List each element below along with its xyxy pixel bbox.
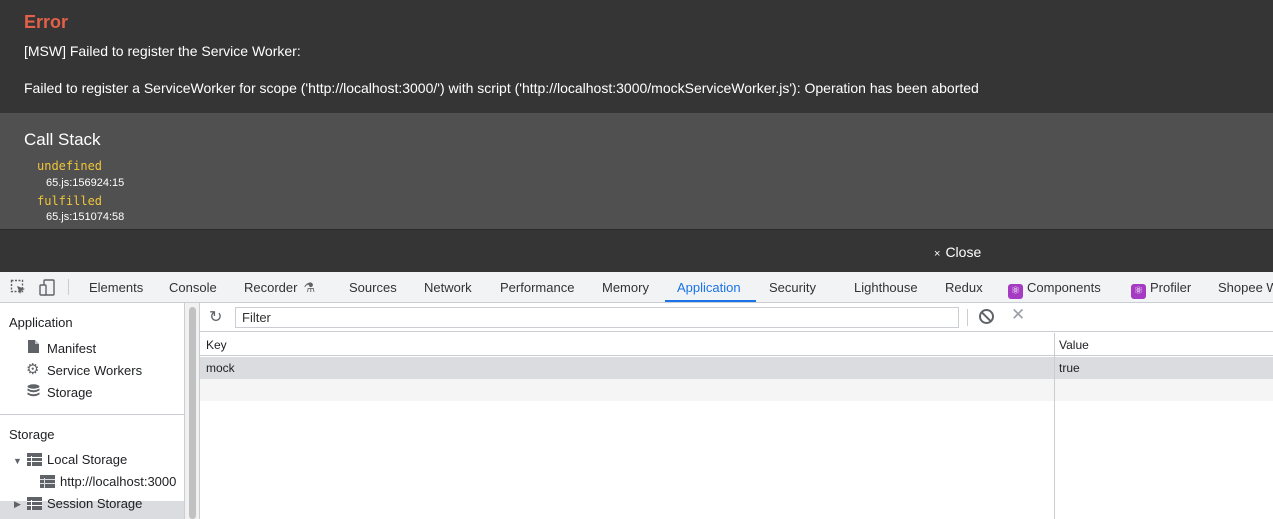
overlay-footer: × Close xyxy=(0,229,1273,272)
expand-down-icon[interactable]: ▼ xyxy=(13,456,22,466)
sidebar-scrollbar[interactable] xyxy=(185,303,200,519)
filter-input[interactable] xyxy=(235,307,959,328)
close-icon: × xyxy=(934,248,941,260)
sidebar-item-local-storage-origin[interactable]: http://localhost:3000 xyxy=(60,474,176,489)
tab-redux[interactable]: Redux xyxy=(945,280,983,295)
react-icon: ⚛ xyxy=(1131,284,1146,299)
database-icon xyxy=(27,384,40,400)
table-row[interactable]: mock true xyxy=(200,357,1273,379)
stack-frame-location: 65.js:151074:58 xyxy=(46,211,125,223)
cell-key[interactable]: mock xyxy=(206,361,235,375)
gear-icon: ⚙ xyxy=(26,361,40,378)
table-row-empty[interactable] xyxy=(200,379,1273,401)
column-header-value[interactable]: Value xyxy=(1059,338,1089,352)
tab-sources[interactable]: Sources xyxy=(349,280,397,295)
clear-all-icon[interactable] xyxy=(979,309,994,324)
sidebar-heading-application: Application xyxy=(9,315,73,330)
tab-memory[interactable]: Memory xyxy=(602,280,649,295)
tab-shopee[interactable]: Shopee W xyxy=(1218,280,1273,295)
toolbar-divider xyxy=(68,279,69,295)
sidebar-item-service-workers[interactable]: Service Workers xyxy=(47,363,142,378)
tab-application[interactable]: Application xyxy=(677,280,741,295)
close-label: Close xyxy=(945,244,982,260)
tab-label: Components xyxy=(1027,280,1101,295)
error-message-line2: Failed to register a ServiceWorker for s… xyxy=(24,80,979,96)
storage-view: ↻ ✕ Key Value mock true xyxy=(200,303,1273,519)
call-stack: Call Stack undefined 65.js:156924:15 ful… xyxy=(0,113,1273,229)
toolbar-divider xyxy=(967,309,968,326)
active-tab-indicator xyxy=(665,300,756,302)
sidebar-divider xyxy=(0,414,184,415)
react-icon: ⚛ xyxy=(1008,284,1023,299)
tab-security[interactable]: Security xyxy=(769,280,816,295)
error-title: Error xyxy=(24,12,69,32)
delete-selected-icon[interactable]: ✕ xyxy=(1011,305,1025,325)
table-header: Key Value xyxy=(200,333,1273,356)
error-message-line1: [MSW] Failed to register the Service Wor… xyxy=(24,43,301,59)
scrollbar-thumb[interactable] xyxy=(189,307,196,519)
tab-elements[interactable]: Elements xyxy=(89,280,143,295)
refresh-icon[interactable]: ↻ xyxy=(209,307,222,327)
stack-frame-function: undefined xyxy=(37,159,103,173)
expand-right-icon[interactable]: ▶ xyxy=(14,499,21,510)
cell-value[interactable]: true xyxy=(1059,361,1080,375)
application-sidebar: Application Manifest ⚙ Service Workers S… xyxy=(0,303,185,519)
stack-frame-function: fulfilled xyxy=(37,194,103,208)
column-divider[interactable] xyxy=(1054,333,1055,519)
storage-toolbar: ↻ ✕ xyxy=(200,303,1273,332)
file-icon xyxy=(28,340,39,356)
sidebar-item-local-storage[interactable]: Local Storage xyxy=(47,452,127,467)
tab-network[interactable]: Network xyxy=(424,280,472,295)
stack-frame-location: 65.js:156924:15 xyxy=(46,177,125,189)
table-grid-icon xyxy=(40,475,55,491)
column-header-key[interactable]: Key xyxy=(206,338,227,352)
call-stack-title: Call Stack xyxy=(24,130,101,149)
device-toolbar-icon[interactable] xyxy=(39,279,56,301)
tab-recorder[interactable]: Recorder ⚗ xyxy=(244,280,315,296)
table-grid-icon xyxy=(27,497,42,513)
tab-performance[interactable]: Performance xyxy=(500,280,574,295)
table-grid-icon xyxy=(27,453,42,469)
error-overlay: Error [MSW] Failed to register the Servi… xyxy=(0,0,1273,272)
tab-profiler[interactable]: ⚛ Profiler xyxy=(1131,280,1191,299)
tab-console[interactable]: Console xyxy=(169,280,217,295)
tab-components[interactable]: ⚛ Components xyxy=(1008,280,1101,299)
sidebar-item-storage[interactable]: Storage xyxy=(47,385,93,400)
inspect-element-icon[interactable] xyxy=(10,279,27,301)
tab-label: Recorder xyxy=(244,280,298,295)
tab-label: Profiler xyxy=(1150,280,1192,295)
devtools-panel: Elements Console Recorder ⚗ Sources Netwo… xyxy=(0,272,1273,519)
tab-lighthouse[interactable]: Lighthouse xyxy=(854,280,918,295)
devtools-tabbar: Elements Console Recorder ⚗ Sources Netwo… xyxy=(0,272,1273,303)
sidebar-heading-storage: Storage xyxy=(9,427,55,442)
sidebar-item-manifest[interactable]: Manifest xyxy=(47,341,96,356)
sidebar-item-session-storage[interactable]: Session Storage xyxy=(47,496,142,511)
error-header: Error [MSW] Failed to register the Servi… xyxy=(0,0,1273,113)
close-button[interactable]: × Close xyxy=(934,244,981,260)
flask-icon: ⚗ xyxy=(303,280,316,295)
